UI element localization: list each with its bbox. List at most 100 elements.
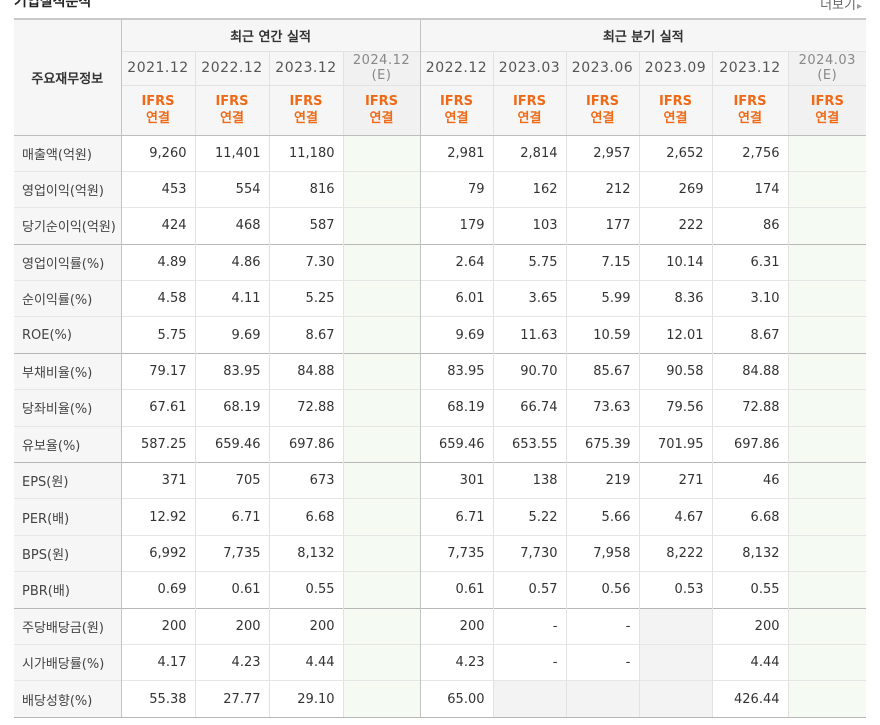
value-cell: 66.74 bbox=[492, 389, 566, 427]
value-cell bbox=[342, 462, 421, 499]
value-cell: 222 bbox=[638, 207, 712, 245]
value-cell: 9.69 bbox=[419, 316, 493, 354]
value-cell bbox=[787, 352, 867, 390]
value-cell: 7,735 bbox=[419, 534, 493, 572]
value-cell bbox=[787, 643, 867, 681]
standard-label: IFRS bbox=[215, 94, 249, 109]
value-cell: 10.14 bbox=[638, 243, 712, 281]
period-year: 2023.09 bbox=[644, 60, 707, 76]
value-cell bbox=[787, 170, 867, 208]
accounting-standard: IFRS 연결 bbox=[638, 84, 712, 136]
basis-label: 연결 bbox=[663, 111, 688, 126]
value-cell: 8,222 bbox=[638, 534, 712, 572]
value-cell: 68.19 bbox=[419, 389, 493, 427]
value-cell: 0.55 bbox=[268, 571, 343, 609]
value-cell: 653.55 bbox=[492, 425, 566, 463]
value-cell: 0.55 bbox=[711, 571, 788, 609]
row-label: 유보율(%) bbox=[14, 425, 122, 463]
value-cell: 7.15 bbox=[565, 243, 639, 281]
value-cell: 0.56 bbox=[565, 571, 639, 609]
value-cell: 705 bbox=[194, 462, 269, 499]
value-cell: 6.31 bbox=[711, 243, 788, 281]
table-row: 배당성향(%) 55.38 27.77 29.10 65.00 426.44 bbox=[14, 680, 867, 718]
period-year: 2021.12 bbox=[127, 60, 189, 76]
value-cell: 301 bbox=[419, 462, 493, 499]
value-cell bbox=[342, 643, 421, 681]
value-cell: 0.61 bbox=[194, 571, 269, 609]
value-cell: 11.63 bbox=[492, 316, 566, 354]
value-cell: 0.57 bbox=[492, 571, 566, 609]
value-cell: 4.44 bbox=[711, 643, 788, 681]
value-cell: 162 bbox=[492, 170, 566, 208]
value-cell: 5.75 bbox=[121, 316, 195, 354]
value-cell: 5.99 bbox=[565, 280, 639, 317]
more-label: 더보기 bbox=[820, 0, 856, 13]
accounting-standard: IFRS 연결 bbox=[565, 84, 639, 136]
row-label: 시가배당률(%) bbox=[14, 643, 122, 681]
standard-label: IFRS bbox=[364, 94, 399, 109]
accounting-standard: IFRS 연결 bbox=[121, 84, 195, 136]
value-cell: 138 bbox=[492, 462, 566, 499]
standard-label: IFRS bbox=[289, 94, 323, 109]
table-body: 매출액(억원) 9,260 11,401 11,180 2,981 2,814 2,957 2… bbox=[14, 134, 867, 718]
value-cell: 84.88 bbox=[711, 352, 788, 390]
table-row: ROE(%) 5.75 9.69 8.67 9.69 11.63 10.59 12.01 8.6… bbox=[14, 316, 867, 354]
value-cell bbox=[787, 462, 867, 499]
value-cell: 6.71 bbox=[419, 498, 493, 536]
row-label: PER(배) bbox=[14, 498, 122, 536]
value-cell: 0.53 bbox=[638, 571, 712, 609]
period-year: 2024.12 bbox=[352, 53, 411, 68]
period-header: 2023.09 bbox=[638, 50, 712, 85]
accounting-standard: IFRS 연결 bbox=[492, 84, 566, 136]
period-year: 2022.12 bbox=[425, 60, 488, 76]
period-row: 2021.12 2022.12 2023.12 2024.12 (E) 2022.12 20… bbox=[14, 50, 867, 85]
period-header: 2022.12 bbox=[419, 50, 493, 85]
value-cell: 84.88 bbox=[268, 352, 343, 390]
value-cell: 7,730 bbox=[492, 534, 566, 572]
period-header: 2023.06 bbox=[565, 50, 639, 85]
value-cell: 426.44 bbox=[711, 680, 788, 718]
value-cell bbox=[342, 425, 421, 463]
group-quarterly: 최근 분기 실적 bbox=[420, 18, 867, 51]
estimate-marker: (E) bbox=[371, 68, 392, 83]
value-cell: 12.01 bbox=[638, 316, 712, 354]
value-cell bbox=[342, 207, 421, 245]
value-cell: 200 bbox=[268, 607, 343, 645]
value-cell: 697.86 bbox=[268, 425, 343, 463]
value-cell bbox=[638, 680, 712, 718]
value-cell bbox=[787, 280, 867, 317]
accounting-standard: IFRS 연결 bbox=[419, 84, 493, 136]
accounting-standard: IFRS 연결 bbox=[268, 84, 343, 136]
table-row: 부채비율(%) 79.17 83.95 84.88 83.95 90.70 85.67 90.… bbox=[14, 352, 867, 390]
value-cell: 68.19 bbox=[194, 389, 269, 427]
value-cell: 2.64 bbox=[419, 243, 493, 281]
row-label: 순이익률(%) bbox=[14, 280, 122, 317]
period-header: 2023.12 bbox=[268, 50, 343, 85]
value-cell: 27.77 bbox=[194, 680, 269, 718]
accounting-standard: IFRS 연결 bbox=[711, 84, 788, 136]
row-label: 영업이익(억원) bbox=[14, 170, 122, 208]
value-cell: 8.67 bbox=[268, 316, 343, 354]
value-cell: 86 bbox=[711, 207, 788, 245]
more-link[interactable]: 더보기▸ bbox=[820, 0, 862, 13]
table-row: BPS(원) 6,992 7,735 8,132 7,735 7,730 7,958 8,22… bbox=[14, 534, 867, 572]
value-cell bbox=[342, 534, 421, 572]
value-cell: - bbox=[492, 643, 566, 681]
value-cell: 103 bbox=[492, 207, 566, 245]
row-label: 영업이익률(%) bbox=[14, 243, 122, 281]
value-cell: 177 bbox=[565, 207, 639, 245]
basis-label: 연결 bbox=[369, 111, 394, 126]
section-title: 기업실적분석 bbox=[14, 0, 92, 10]
value-cell bbox=[787, 680, 867, 718]
value-cell bbox=[342, 680, 421, 718]
row-label: PBR(배) bbox=[14, 571, 122, 609]
value-cell: 453 bbox=[121, 170, 195, 208]
standard-label: IFRS bbox=[512, 94, 547, 109]
value-cell: 8.36 bbox=[638, 280, 712, 317]
value-cell: 5.25 bbox=[268, 280, 343, 317]
value-cell bbox=[342, 498, 421, 536]
row-label: 매출액(억원) bbox=[14, 134, 122, 172]
table-row: PER(배) 12.92 6.71 6.68 6.71 5.22 5.66 4.67 6.68 bbox=[14, 498, 867, 536]
value-cell bbox=[787, 243, 867, 281]
value-cell: 271 bbox=[638, 462, 712, 499]
